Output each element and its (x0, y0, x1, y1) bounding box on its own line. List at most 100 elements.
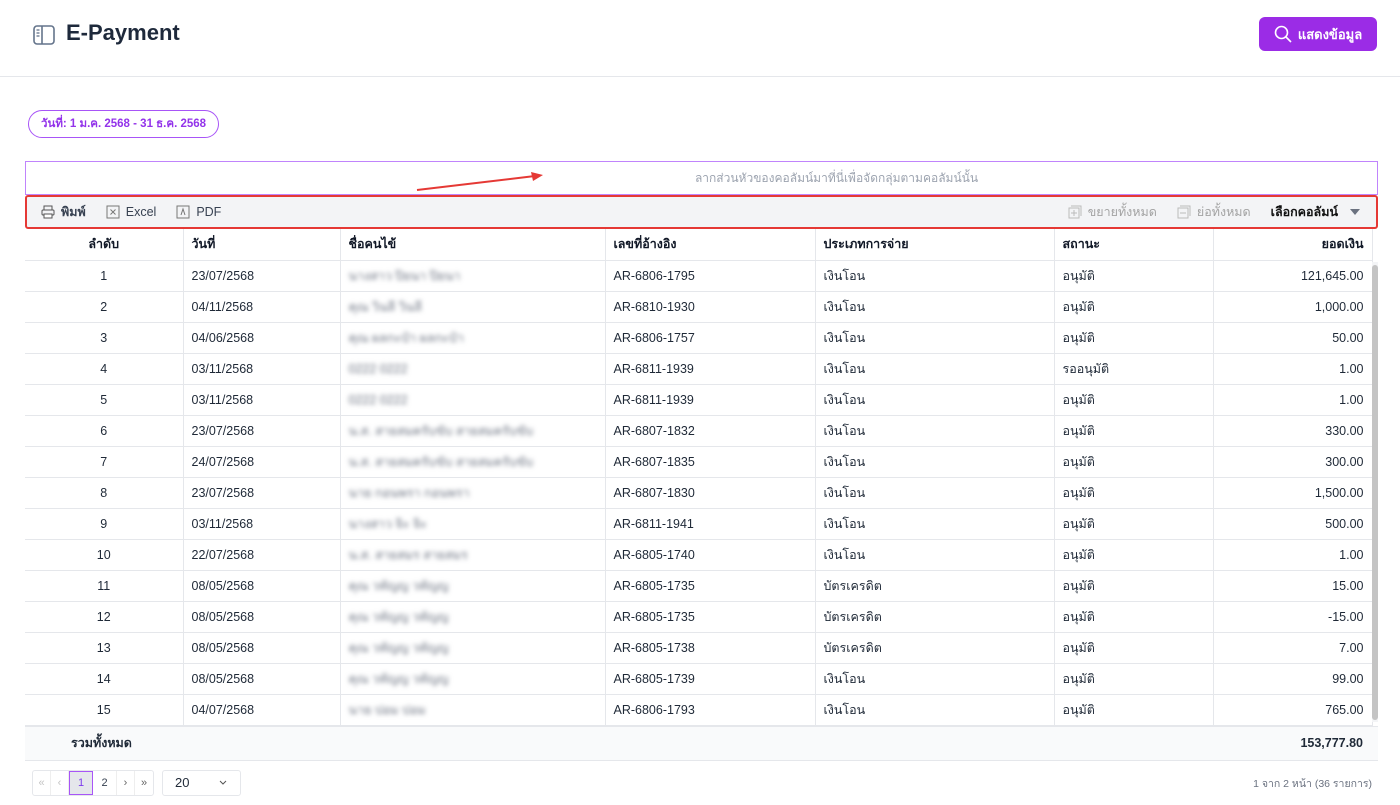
prev-page-button[interactable]: ‹ (51, 770, 69, 795)
choose-columns-button[interactable]: เลือกคอลัมน์ (1271, 202, 1362, 222)
cell-payment-type: บัตรเครดิต (815, 632, 1055, 664)
expand-icon (1068, 205, 1082, 219)
page-header: E-Payment แสดงข้อมูล (0, 0, 1400, 77)
cell-index: 1 (25, 260, 184, 292)
cell-amount: 1.00 (1213, 353, 1373, 385)
cell-amount: 765.00 (1213, 694, 1373, 726)
cell-payment-type: เงินโอน (815, 446, 1055, 478)
header-col-date[interactable]: วันที่ (183, 229, 341, 261)
cell-reference: AR-6805-1735 (605, 570, 816, 602)
cell-reference: AR-6806-1793 (605, 694, 816, 726)
cell-date: 24/07/2568 (183, 446, 341, 478)
cell-index: 5 (25, 384, 184, 416)
print-button[interactable]: พิมพ์ (41, 202, 86, 222)
cell-reference: AR-6807-1835 (605, 446, 816, 478)
first-page-button[interactable]: « (33, 770, 51, 795)
cell-payment-type: เงินโอน (815, 663, 1055, 695)
cell-patient-name: น.ส. สายสมร สายสมร (340, 539, 606, 571)
pdf-icon (176, 205, 190, 219)
cell-patient-name: นาย ปอม ปอม (340, 694, 606, 726)
scrollbar-thumb[interactable] (1372, 265, 1378, 720)
cell-index: 6 (25, 415, 184, 447)
table-row[interactable]: 14 08/05/2568 คุณ วทัญญ วทัญญ AR-6805-1739 เ… (25, 663, 1373, 695)
table-row[interactable]: 15 04/07/2568 นาย ปอม ปอม AR-6806-1793 เงินโ… (25, 694, 1373, 726)
table-row[interactable]: 10 22/07/2568 น.ส. สายสมร สายสมร AR-6805-17… (25, 539, 1373, 571)
cell-amount: 1.00 (1213, 539, 1373, 571)
table-row[interactable]: 11 08/05/2568 คุณ วทัญญ วทัญญ AR-6805-1735 บ… (25, 570, 1373, 602)
cell-patient-name: นางสาว ปิยนา ปิยนา (340, 260, 606, 292)
show-data-label: แสดงข้อมูล (1297, 26, 1363, 42)
collapse-all-label: ย่อทั้งหมด (1196, 205, 1251, 219)
page-size-select[interactable]: 20 (162, 769, 241, 796)
table-row[interactable]: 9 03/11/2568 นางสาว จิะ จิะ AR-6811-1941 เงิ… (25, 508, 1373, 540)
cell-date: 08/05/2568 (183, 632, 341, 664)
cell-payment-type: เงินโอน (815, 477, 1055, 509)
grid-toolbar: พิมพ์ Excel PDF ขยายทั้งหมด ย่อทั้งหมด เ… (25, 195, 1378, 229)
page-2-button[interactable]: 2 (93, 770, 117, 795)
cell-status: อนุมัติ (1054, 570, 1214, 602)
cell-payment-type: เงินโอน (815, 508, 1055, 540)
cell-patient-name: คุณ วทัญญ วทัญญ (340, 663, 606, 695)
cell-status: อนุมัติ (1054, 384, 1214, 416)
search-icon (1274, 25, 1292, 43)
table-row[interactable]: 7 24/07/2568 น.ส. สายสมครับขับ สายสมครับขั… (25, 446, 1373, 478)
date-range-filter[interactable]: วันที่: 1 ม.ค. 2568 - 31 ธ.ค. 2568 (28, 110, 220, 138)
cell-payment-type: บัตรเครดิต (815, 570, 1055, 602)
header-col-index[interactable]: ลำดับ (25, 229, 184, 261)
cell-date: 04/11/2568 (183, 291, 341, 323)
cell-reference: AR-6811-1939 (605, 384, 816, 416)
header-col-status[interactable]: สถานะ (1054, 229, 1214, 261)
cell-date: 23/07/2568 (183, 415, 341, 447)
cell-index: 13 (25, 632, 184, 664)
pdf-button[interactable]: PDF (176, 205, 221, 219)
group-panel[interactable]: ลากส่วนหัวของคอลัมน์มาที่นี่เพื่อจัดกลุ่… (25, 161, 1378, 195)
cell-payment-type: เงินโอน (815, 539, 1055, 571)
cell-patient-name: คุณ วินลี วินลี (340, 291, 606, 323)
page-1-button[interactable]: 1 (69, 770, 93, 795)
table-row[interactable]: 12 08/05/2568 คุณ วทัญญ วทัญญ AR-6805-1735 บ… (25, 601, 1373, 633)
total-label: รวมทั้งหมด (71, 736, 132, 750)
next-page-button[interactable]: › (117, 770, 135, 795)
collapse-all-button[interactable]: ย่อทั้งหมด (1177, 202, 1251, 222)
page-info: 1 จาก 2 หน้า (36 รายการ) (1253, 777, 1372, 790)
cell-status: รออนุมัติ (1054, 353, 1214, 385)
cell-date: 04/06/2568 (183, 322, 341, 354)
printer-icon (41, 205, 55, 219)
cell-payment-type: เงินโอน (815, 694, 1055, 726)
cell-reference: AR-6807-1832 (605, 415, 816, 447)
cell-status: อนุมัติ (1054, 601, 1214, 633)
header-col-patient-name[interactable]: ชื่อคนไข้ (340, 229, 606, 261)
cell-index: 11 (25, 570, 184, 602)
cell-amount: 7.00 (1213, 632, 1373, 664)
header-col-amount[interactable]: ยอดเงิน (1213, 229, 1373, 261)
cell-payment-type: เงินโอน (815, 322, 1055, 354)
table-row[interactable]: 1 23/07/2568 นางสาว ปิยนา ปิยนา AR-6806-179… (25, 260, 1373, 292)
cell-patient-name: คุณ ผลกะป๋า ผลกะป๋า (340, 322, 606, 354)
sidebar-toggle-icon[interactable] (33, 25, 55, 45)
header-col-payment-type[interactable]: ประเภทการจ่าย (815, 229, 1055, 261)
table-row[interactable]: 2 04/11/2568 คุณ วินลี วินลี AR-6810-1930 เง… (25, 291, 1373, 323)
excel-icon (106, 205, 120, 219)
cell-payment-type: เงินโอน (815, 260, 1055, 292)
cell-amount: 15.00 (1213, 570, 1373, 602)
table-row[interactable]: 5 03/11/2568 0222 0222 AR-6811-1939 เงินโอนอ… (25, 384, 1373, 416)
cell-reference: AR-6806-1795 (605, 260, 816, 292)
cell-status: อนุมัติ (1054, 694, 1214, 726)
cell-amount: 300.00 (1213, 446, 1373, 478)
print-label: พิมพ์ (61, 205, 86, 219)
show-data-button[interactable]: แสดงข้อมูล (1259, 17, 1377, 51)
cell-patient-name: คุณ วทัญญ วทัญญ (340, 570, 606, 602)
table-row[interactable]: 6 23/07/2568 น.ส. สายสมครับขับ สายสมครับขั… (25, 415, 1373, 447)
table-row[interactable]: 3 04/06/2568 คุณ ผลกะป๋า ผลกะป๋า AR-6806-17… (25, 322, 1373, 354)
cell-payment-type: เงินโอน (815, 415, 1055, 447)
excel-button[interactable]: Excel (106, 205, 156, 219)
expand-all-button[interactable]: ขยายทั้งหมด (1068, 202, 1157, 222)
cell-index: 9 (25, 508, 184, 540)
table-row[interactable]: 13 08/05/2568 คุณ วทัญญ วทัญญ AR-6805-1738 บ… (25, 632, 1373, 664)
cell-status: อนุมัติ (1054, 446, 1214, 478)
header-col-reference[interactable]: เลขที่อ้างอิง (605, 229, 816, 261)
cell-reference: AR-6805-1738 (605, 632, 816, 664)
last-page-button[interactable]: » (135, 771, 153, 795)
table-row[interactable]: 8 23/07/2568 นาย กอนพรา กอนพรา AR-6807-1830… (25, 477, 1373, 509)
table-row[interactable]: 4 03/11/2568 0222 0222 AR-6811-1939 เงินโอนร… (25, 353, 1373, 385)
